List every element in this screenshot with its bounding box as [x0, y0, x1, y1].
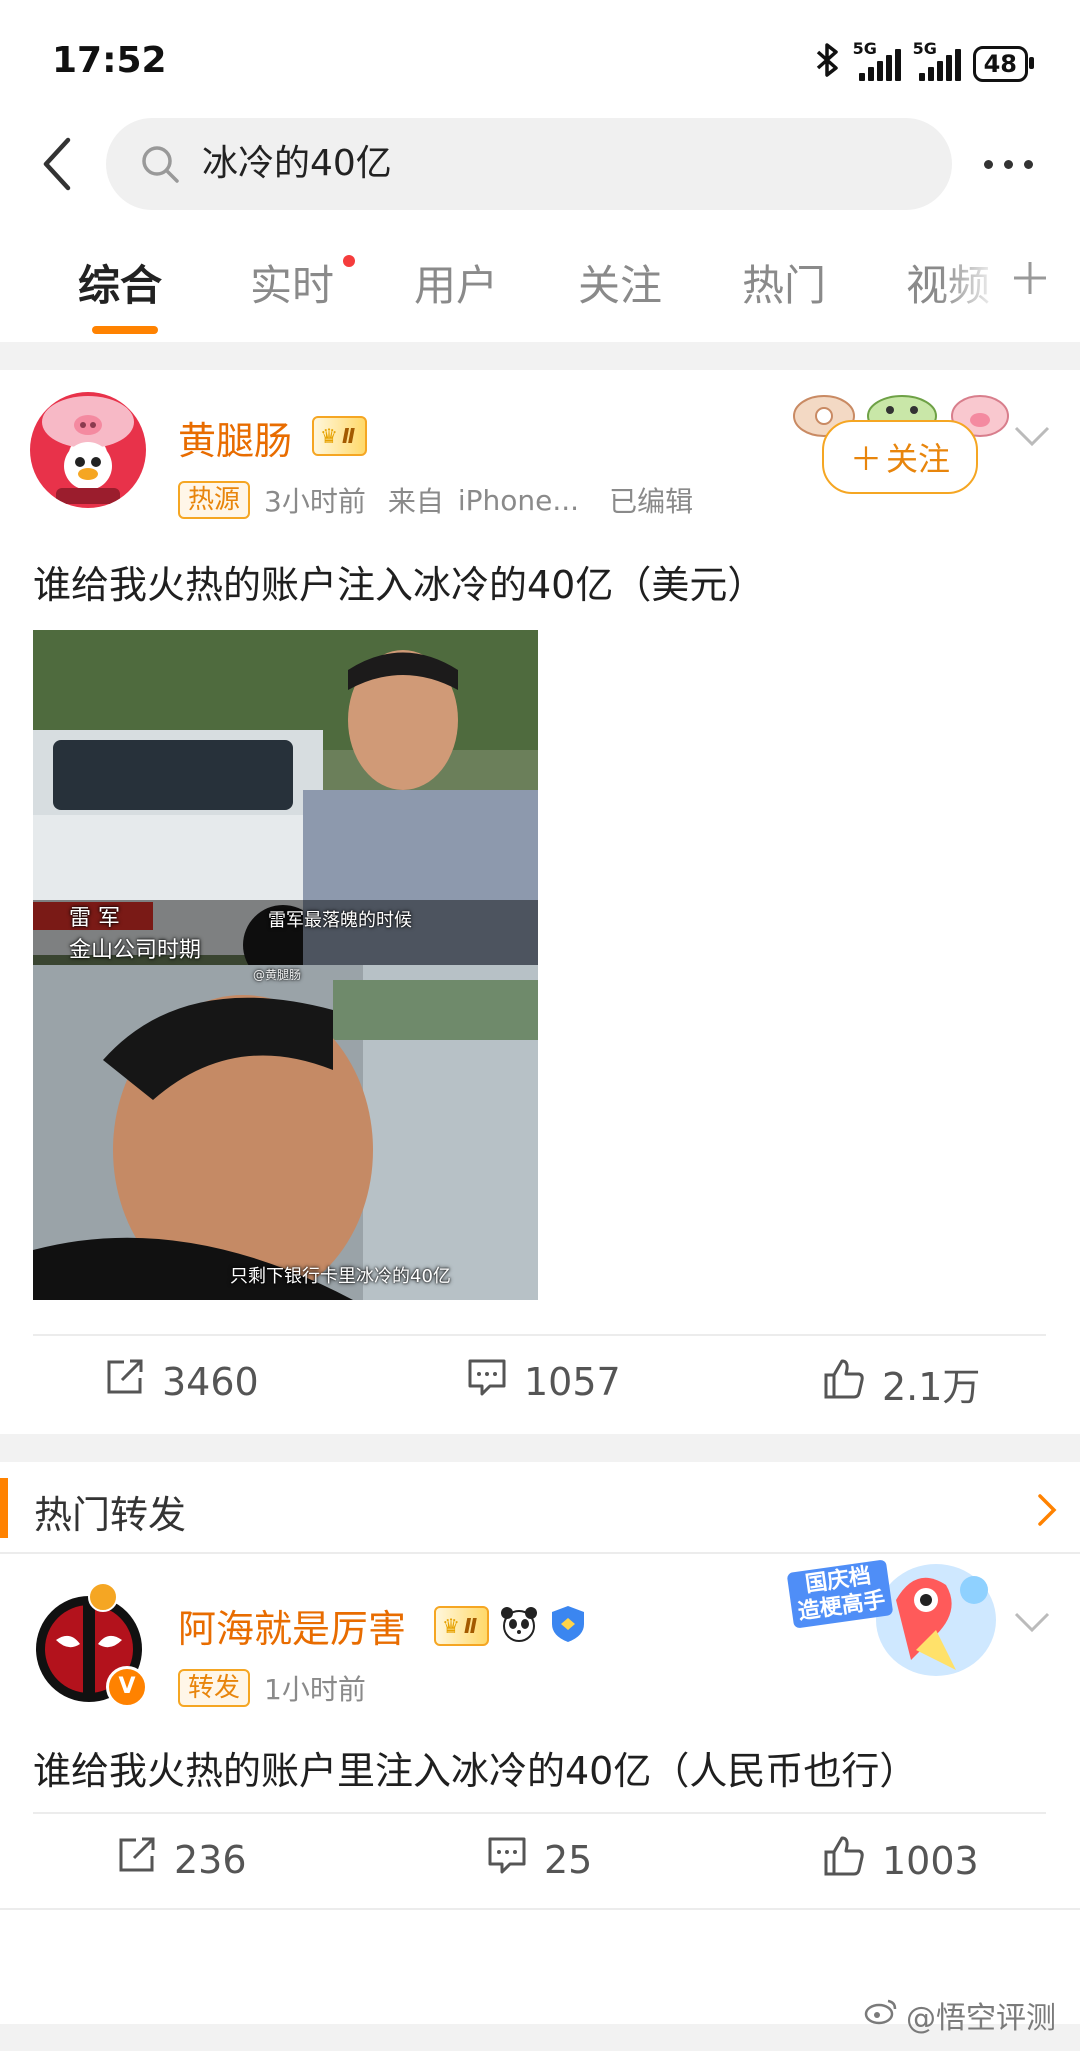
search-query-text: 冰冷的40亿	[202, 143, 392, 184]
active-tab-indicator	[92, 326, 158, 334]
member-badge: ♛ Ⅱ	[312, 416, 368, 456]
tab-hot[interactable]: 热门	[742, 252, 826, 313]
repost-username[interactable]: 阿海就是厉害	[178, 1598, 406, 1653]
member-level: Ⅱ	[341, 424, 356, 448]
user-avatar[interactable]	[30, 392, 146, 508]
weibo-logo-icon	[864, 1997, 898, 2033]
comment-button[interactable]: 25	[486, 1834, 592, 1885]
comment-count: 1057	[524, 1359, 621, 1404]
image-caption-company: 金山公司时期	[69, 938, 202, 963]
post-text: 谁给我火热的账户注入冰冷的40亿（美元）	[33, 563, 766, 607]
follow-label: 关注	[886, 440, 951, 478]
section-divider	[0, 342, 1080, 370]
image-caption-name: 雷 军	[69, 906, 120, 931]
member-level: Ⅱ	[463, 1614, 478, 1638]
section-accent	[0, 1478, 8, 1538]
like-count: 2.1万	[882, 1365, 981, 1409]
post-time: 3小时前	[264, 485, 366, 518]
verified-v-icon: V	[106, 1666, 148, 1708]
edited-label: 已编辑	[609, 485, 694, 518]
repost-text: 谁给我火热的账户里注入冰冷的40亿（人民币也行）	[33, 1749, 918, 1793]
plus-icon: ＋	[849, 440, 882, 478]
signal-icon-1: 5G	[853, 39, 901, 81]
chevron-down-icon[interactable]	[1012, 424, 1052, 448]
search-icon	[140, 144, 180, 184]
back-arrow-icon[interactable]	[38, 136, 78, 192]
event-banner[interactable]: 国庆档 造梗高手	[786, 1559, 996, 1680]
repost-button[interactable]: 236	[116, 1834, 247, 1885]
thumbs-up-icon	[822, 1834, 866, 1887]
post-image[interactable]: 雷 军 金山公司时期 雷军最落魄的时候 @黄腿肠 只剩下银行卡里冰冷的40亿	[33, 630, 538, 1300]
post-username[interactable]: 黄腿肠	[178, 410, 292, 465]
status-time: 17:52	[52, 40, 167, 81]
bluetooth-icon	[815, 42, 841, 85]
repost-meta: 转发 1小时前	[178, 1668, 366, 1708]
divider	[0, 1908, 1080, 1910]
status-icons: 5G 5G 48	[815, 39, 1035, 85]
plus-icon[interactable]	[1010, 258, 1050, 298]
crown-icon: ♛	[442, 1614, 460, 1638]
hot-reposts-title: 热门转发	[34, 1493, 187, 1537]
source-tag: 热源	[178, 481, 251, 519]
like-button[interactable]: 2.1万	[822, 1356, 980, 1411]
tab-bar: 综合 实时 用户 关注 热门 视频	[0, 240, 1080, 340]
image-watermark: @黄腿肠	[253, 968, 302, 982]
network-label-1: 5G	[852, 38, 877, 58]
repost-tag: 转发	[178, 1669, 251, 1707]
comment-count: 25	[544, 1837, 593, 1882]
divider	[33, 1812, 1046, 1814]
section-divider	[0, 1434, 1080, 1462]
panda-icon	[499, 1604, 539, 1648]
more-options-icon[interactable]	[984, 160, 1033, 169]
repost-badges: ♛ Ⅱ	[434, 1604, 587, 1648]
image-caption-bottom: 只剩下银行卡里冰冷的40亿	[230, 1266, 451, 1287]
from-label: 来自	[387, 485, 444, 518]
watermark: @悟空评测	[864, 1993, 1056, 2037]
new-content-dot	[343, 255, 355, 267]
repost-time: 1小时前	[264, 1673, 366, 1706]
watermark-text: @悟空评测	[906, 2001, 1056, 2036]
award-icon	[88, 1582, 118, 1612]
tab-realtime[interactable]: 实时	[250, 252, 334, 313]
repost-button[interactable]: 3460	[104, 1356, 259, 1407]
chevron-right-icon[interactable]	[1036, 1492, 1058, 1528]
crown-icon: ♛	[320, 424, 338, 448]
search-input[interactable]: 冰冷的40亿	[106, 118, 952, 210]
repost-icon	[104, 1356, 146, 1407]
tab-general[interactable]: 综合	[78, 252, 162, 313]
repost-count: 3460	[162, 1359, 259, 1404]
comment-button[interactable]: 1057	[466, 1356, 621, 1407]
repost-icon	[116, 1834, 158, 1885]
like-count: 1003	[882, 1838, 979, 1883]
shield-badge-icon	[549, 1604, 587, 1648]
post-meta: 热源 3小时前 来自 iPhone... 已编辑	[178, 480, 693, 520]
signal-icon-2: 5G	[913, 39, 961, 81]
follow-button[interactable]: ＋关注	[822, 420, 978, 494]
battery-indicator: 48	[972, 45, 1035, 82]
comment-icon	[486, 1834, 528, 1885]
chevron-down-icon[interactable]	[1012, 1610, 1052, 1634]
network-label-2: 5G	[912, 38, 937, 58]
image-caption-top: 雷军最落魄的时候	[268, 910, 412, 931]
device-link[interactable]: iPhone...	[458, 484, 579, 517]
thumbs-up-icon	[822, 1357, 866, 1410]
comment-icon	[466, 1356, 508, 1407]
tab-fade	[940, 250, 1000, 320]
tab-users[interactable]: 用户	[414, 252, 498, 313]
divider	[33, 1334, 1046, 1336]
like-button[interactable]: 1003	[822, 1834, 979, 1887]
repost-count: 236	[174, 1837, 247, 1882]
divider	[0, 1552, 1080, 1554]
tab-following[interactable]: 关注	[578, 252, 662, 313]
